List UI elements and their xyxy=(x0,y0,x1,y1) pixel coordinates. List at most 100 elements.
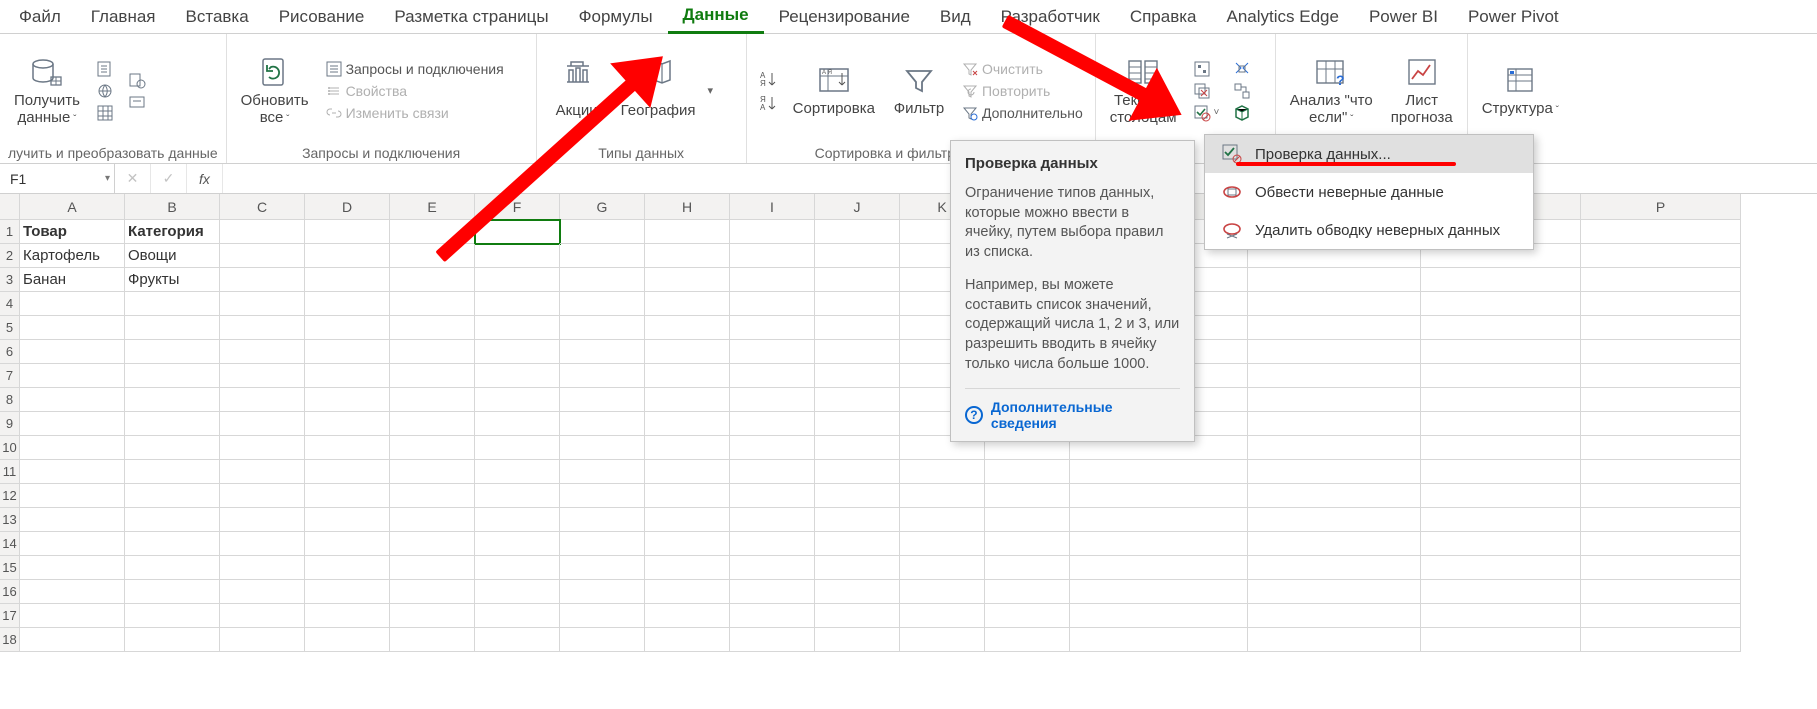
cell[interactable] xyxy=(125,460,220,484)
tooltip-help-link[interactable]: ? Дополнительные сведения xyxy=(965,388,1180,431)
cell[interactable] xyxy=(985,460,1070,484)
cell[interactable] xyxy=(305,292,390,316)
col-header[interactable]: D xyxy=(305,194,390,220)
cell[interactable] xyxy=(1248,460,1421,484)
cell[interactable] xyxy=(730,244,815,268)
row-header[interactable]: 9 xyxy=(0,412,20,436)
cell[interactable] xyxy=(730,532,815,556)
tab-4[interactable]: Разметка страницы xyxy=(379,0,563,34)
cell[interactable] xyxy=(815,604,900,628)
cell[interactable] xyxy=(1248,316,1421,340)
menu-item-data-validation[interactable]: Проверка данных... xyxy=(1205,135,1533,173)
cell[interactable] xyxy=(475,340,560,364)
cell[interactable] xyxy=(730,292,815,316)
cell[interactable] xyxy=(125,556,220,580)
cell[interactable] xyxy=(390,604,475,628)
cell[interactable] xyxy=(1421,460,1581,484)
cell[interactable] xyxy=(305,460,390,484)
cell[interactable] xyxy=(20,580,125,604)
col-header[interactable]: C xyxy=(220,194,305,220)
cell[interactable] xyxy=(220,508,305,532)
col-header[interactable]: P xyxy=(1581,194,1741,220)
cell[interactable]: Картофель xyxy=(20,244,125,268)
cell[interactable] xyxy=(1070,508,1248,532)
cell[interactable] xyxy=(645,556,730,580)
tab-2[interactable]: Вставка xyxy=(171,0,264,34)
cell[interactable] xyxy=(730,268,815,292)
cell[interactable] xyxy=(730,220,815,244)
cell[interactable] xyxy=(20,292,125,316)
cell[interactable] xyxy=(390,484,475,508)
cell[interactable]: Овощи xyxy=(125,244,220,268)
cell[interactable] xyxy=(390,532,475,556)
cell[interactable] xyxy=(1248,628,1421,652)
cell[interactable] xyxy=(1581,364,1741,388)
cell[interactable] xyxy=(20,364,125,388)
cell[interactable] xyxy=(475,412,560,436)
cell[interactable] xyxy=(645,244,730,268)
cell[interactable] xyxy=(560,604,645,628)
cell[interactable] xyxy=(305,436,390,460)
outline-button[interactable]: Структура xyxy=(1476,61,1565,120)
cell[interactable] xyxy=(645,340,730,364)
cell[interactable] xyxy=(220,340,305,364)
cell[interactable] xyxy=(560,220,645,244)
cell[interactable] xyxy=(125,316,220,340)
cell[interactable] xyxy=(1421,580,1581,604)
cell[interactable] xyxy=(125,532,220,556)
tab-3[interactable]: Рисование xyxy=(264,0,380,34)
cell[interactable] xyxy=(390,244,475,268)
cell[interactable] xyxy=(1581,436,1741,460)
cell[interactable] xyxy=(645,484,730,508)
cell[interactable] xyxy=(305,484,390,508)
data-validation-dropdown[interactable]: ˅ xyxy=(1189,103,1224,123)
cell[interactable] xyxy=(305,580,390,604)
cell[interactable] xyxy=(815,316,900,340)
data-model-button[interactable] xyxy=(1229,103,1255,123)
cell[interactable] xyxy=(985,484,1070,508)
cell[interactable] xyxy=(645,436,730,460)
row-header[interactable]: 7 xyxy=(0,364,20,388)
cell[interactable] xyxy=(1421,316,1581,340)
cell[interactable] xyxy=(220,484,305,508)
cell[interactable] xyxy=(390,388,475,412)
cell[interactable] xyxy=(1421,364,1581,388)
cell[interactable] xyxy=(220,436,305,460)
row-header[interactable]: 12 xyxy=(0,484,20,508)
cell[interactable] xyxy=(645,388,730,412)
cell[interactable] xyxy=(560,436,645,460)
cell[interactable] xyxy=(220,412,305,436)
cell[interactable] xyxy=(475,268,560,292)
cell[interactable] xyxy=(125,292,220,316)
cell[interactable] xyxy=(390,628,475,652)
cell[interactable] xyxy=(125,436,220,460)
cell[interactable] xyxy=(20,412,125,436)
row-header[interactable]: 17 xyxy=(0,604,20,628)
cell[interactable] xyxy=(305,532,390,556)
row-header[interactable]: 18 xyxy=(0,628,20,652)
cell[interactable] xyxy=(645,580,730,604)
cell[interactable] xyxy=(645,292,730,316)
cell[interactable] xyxy=(815,388,900,412)
row-header[interactable]: 2 xyxy=(0,244,20,268)
cell[interactable] xyxy=(390,340,475,364)
cell[interactable] xyxy=(1248,436,1421,460)
cell[interactable] xyxy=(220,292,305,316)
cell[interactable] xyxy=(475,580,560,604)
cell[interactable] xyxy=(560,580,645,604)
cell[interactable] xyxy=(900,556,985,580)
reapply-filter-button[interactable]: Повторить xyxy=(957,81,1087,101)
tab-11[interactable]: Analytics Edge xyxy=(1212,0,1354,34)
tab-5[interactable]: Формулы xyxy=(564,0,668,34)
cell[interactable] xyxy=(1581,220,1741,244)
tab-13[interactable]: Power Pivot xyxy=(1453,0,1574,34)
cell[interactable] xyxy=(815,628,900,652)
cell[interactable] xyxy=(20,508,125,532)
cell[interactable] xyxy=(475,292,560,316)
cell[interactable] xyxy=(125,508,220,532)
tab-6[interactable]: Данные xyxy=(668,0,764,34)
cell[interactable] xyxy=(390,364,475,388)
cell[interactable] xyxy=(20,604,125,628)
cell[interactable] xyxy=(1581,628,1741,652)
cell[interactable] xyxy=(125,412,220,436)
